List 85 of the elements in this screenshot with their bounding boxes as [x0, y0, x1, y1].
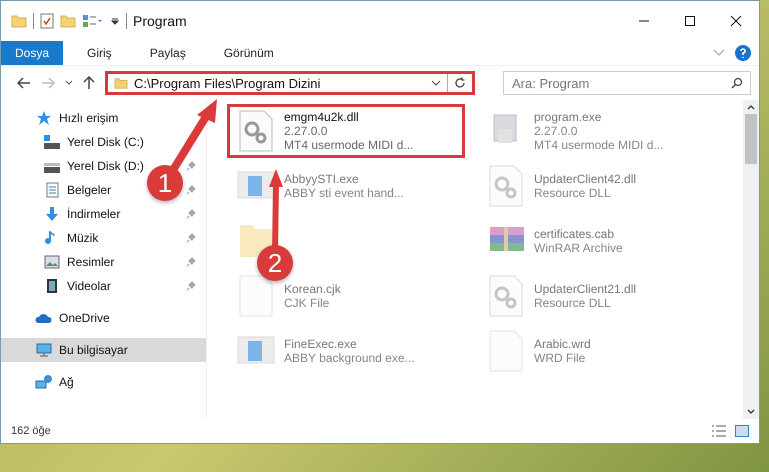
item-count: 162 öğe: [11, 425, 51, 437]
back-icon[interactable]: [17, 77, 31, 89]
folder-icon: [114, 77, 128, 89]
network-icon: [35, 374, 53, 390]
caret-icon[interactable]: [110, 16, 120, 26]
refresh-icon[interactable]: [454, 77, 466, 89]
file-detail: WinRAR Archive: [534, 241, 623, 255]
sidebar-item[interactable]: İndirmeler: [43, 203, 120, 225]
folder-icon[interactable]: [11, 14, 27, 28]
file-name: UpdaterClient42.dll: [534, 172, 636, 186]
pin-icon[interactable]: [186, 185, 196, 195]
sidebar-item[interactable]: OneDrive: [35, 307, 110, 329]
properties-icon[interactable]: [40, 13, 54, 29]
step-marker: 2: [257, 245, 293, 281]
pin-icon[interactable]: [186, 233, 196, 243]
file-detail: Resource DLL: [534, 186, 612, 200]
minimize-icon: [638, 20, 650, 22]
sidebar-item[interactable]: Belgeler: [43, 179, 112, 201]
sidebar-item[interactable]: Yerel Disk (D:): [43, 155, 144, 177]
file-detail: 2.27.0.0: [534, 124, 578, 138]
dropdown-icon[interactable]: [431, 80, 441, 86]
download-icon: [43, 206, 61, 222]
sidebar-item[interactable]: Resimler: [43, 251, 114, 273]
address-path: C:\Program Files\Program Dizini: [134, 76, 322, 90]
file-name: AbbyySTI.exe: [284, 172, 360, 186]
pin-icon[interactable]: [186, 281, 196, 291]
file-item[interactable]: UpdaterClient42.dll Resource DLL: [477, 159, 646, 213]
layout-icon[interactable]: [82, 14, 104, 28]
folder-icon[interactable]: [60, 14, 76, 28]
file-item[interactable]: AbbyySTI.exe ABBY sti event hand...: [227, 159, 413, 213]
address-bar[interactable]: C:\Program Files\Program Dizini: [105, 71, 475, 95]
file-detail: Resource DLL: [534, 296, 612, 310]
scroll-up-icon[interactable]: [747, 104, 755, 110]
file-item[interactable]: FineExec.exe ABBY background exe...: [227, 324, 424, 378]
monitor-icon: [35, 342, 53, 358]
file-item[interactable]: program.exe 2.27.0.0 MT4 usermode MIDI d...: [477, 104, 672, 158]
pin-icon[interactable]: [186, 257, 196, 267]
search-icon: [731, 77, 743, 89]
sidebar-item[interactable]: Yerel Disk (C:): [43, 131, 144, 153]
up-icon[interactable]: [83, 76, 95, 90]
ribbon-tab[interactable]: Görünüm: [210, 41, 288, 65]
sidebar-item[interactable]: Müzik: [43, 227, 98, 249]
pin-icon[interactable]: [186, 161, 196, 171]
file-name: certificates.cab: [534, 227, 616, 241]
scroll-down-icon[interactable]: [747, 409, 755, 415]
sidebar-item[interactable]: Videolar: [43, 275, 111, 297]
drive-icon: [43, 134, 61, 150]
sidebar-item[interactable]: Hızlı erişim: [35, 107, 118, 129]
large-icons-view-icon[interactable]: [735, 425, 749, 437]
pin-icon[interactable]: [186, 209, 196, 219]
ribbon-tab[interactable]: Paylaş: [136, 41, 200, 65]
scrollbar[interactable]: [743, 100, 759, 419]
file-detail: MT4 usermode MIDI d...: [284, 138, 414, 152]
help-icon[interactable]: [735, 45, 751, 61]
close-icon: [730, 15, 742, 27]
window-title: Program: [133, 13, 187, 29]
file-item[interactable]: Arabic.wrd WRD File: [477, 324, 600, 378]
ribbon-tab[interactable]: Dosya: [1, 41, 64, 65]
file-detail: ABBY background exe...: [284, 351, 415, 365]
file-detail: MT4 usermode MIDI d...: [534, 138, 664, 152]
picture-icon: [43, 254, 61, 270]
file-detail: ABBY sti event hand...: [284, 186, 404, 200]
caret-icon[interactable]: [65, 80, 73, 86]
file-item[interactable]: emgm4u2k.dll 2.27.0.0 MT4 usermode MIDI d...: [227, 104, 465, 158]
file-name: UpdaterClient21.dll: [534, 282, 636, 296]
star-icon: [35, 110, 53, 126]
search-field[interactable]: Ara: Program: [503, 71, 751, 95]
details-view-icon[interactable]: [711, 425, 727, 437]
expand-ribbon-icon[interactable]: [713, 49, 725, 57]
sidebar-item[interactable]: Ağ: [35, 371, 74, 393]
step-marker: 1: [147, 165, 183, 201]
file-name: program.exe: [534, 110, 602, 124]
file-detail: CJK File: [284, 296, 330, 310]
scroll-thumb[interactable]: [745, 114, 757, 164]
file-name: emgm4u2k.dll: [284, 110, 360, 124]
maximize-icon: [684, 15, 696, 27]
file-item[interactable]: certificates.cab WinRAR Archive: [477, 214, 632, 268]
file-detail: 2.27.0.0: [284, 124, 328, 138]
file-name: Arabic.wrd: [534, 337, 591, 351]
file-item[interactable]: UpdaterClient21.dll Resource DLL: [477, 269, 646, 323]
file-detail: WRD File: [534, 351, 586, 365]
forward-icon[interactable]: [41, 77, 55, 89]
file-name: FineExec.exe: [284, 337, 358, 351]
file-name: Korean.cjk: [284, 282, 341, 296]
ribbon-tab[interactable]: Giriş: [73, 41, 126, 65]
